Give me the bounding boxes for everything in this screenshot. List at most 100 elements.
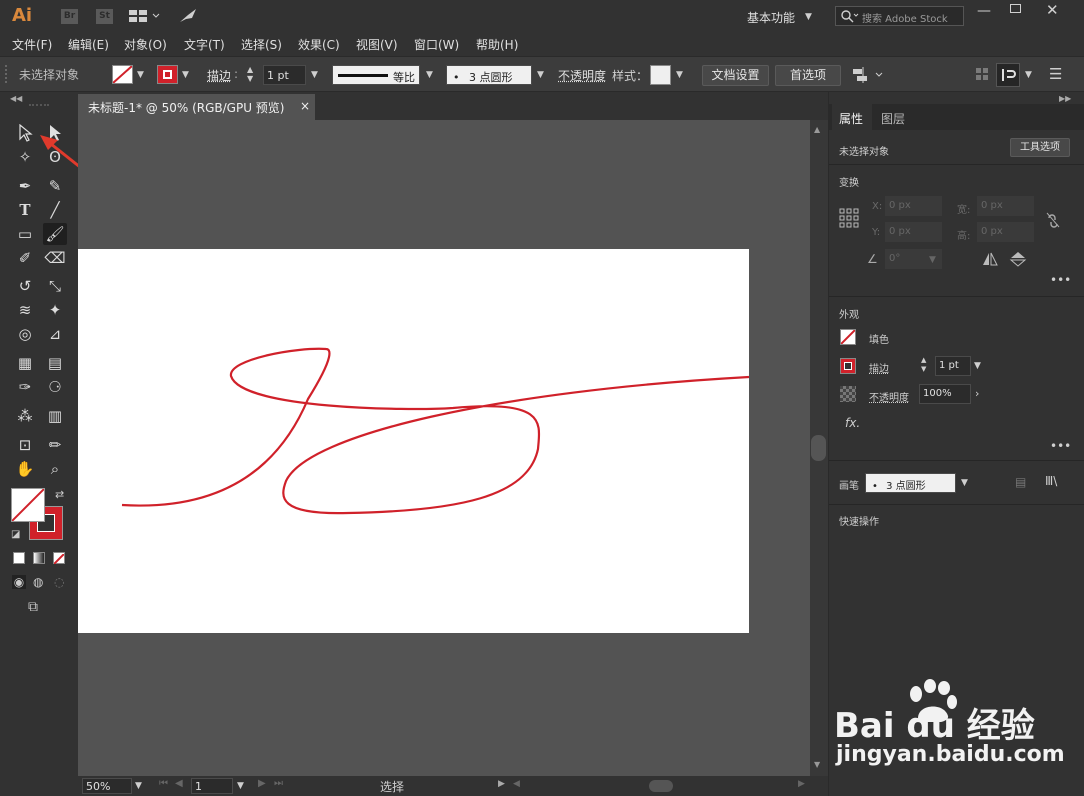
reference-point-icon[interactable] [839,208,859,231]
opacity-arrow-icon[interactable]: › [975,384,987,404]
document-tab[interactable]: 未标题-1* @ 50% (RGB/GPU 预览) × [78,94,315,120]
line-segment-tool-icon[interactable]: ╱ [43,199,67,221]
preferences-button[interactable]: 首选项 [775,65,841,86]
chevron-down-icon[interactable]: ▼ [237,781,244,791]
tab-layers[interactable]: 图层 [881,110,905,127]
shape-builder-tool-icon[interactable]: ◎ [13,323,37,345]
slice-tool-icon[interactable]: ✏ [43,434,67,456]
close-window-button[interactable]: ✕ [1046,1,1059,19]
bridge-button[interactable]: Br [61,9,78,24]
fx-icon[interactable]: fx. [845,416,860,430]
shaper-tool-icon[interactable]: ✐ [13,247,37,269]
minimize-button[interactable]: — [977,3,991,19]
menu-object[interactable]: 对象(O) [124,36,167,53]
column-graph-tool-icon[interactable]: ▥ [43,405,67,427]
brush-libraries-icon[interactable]: Ⅲ\ [1045,474,1057,488]
swap-colors-icon[interactable]: ⇄ [55,488,64,501]
document-setup-button[interactable]: 文档设置 [702,65,769,86]
stock-search-field[interactable]: 搜索 Adobe Stock [835,6,964,26]
close-tab-icon[interactable]: × [300,99,310,113]
arrange-documents-icon[interactable] [128,8,162,27]
graphic-style-swatch[interactable] [650,65,671,85]
status-menu-icon[interactable]: ▶ [498,779,505,789]
symbol-sprayer-tool-icon[interactable]: ⁂ [13,405,37,427]
zoom-tool-icon[interactable]: ⌕ [43,458,67,480]
paintbrush-tool-icon[interactable]: 🖌 [43,223,67,245]
chevron-down-icon[interactable]: ▼ [805,12,812,22]
chevron-down-icon[interactable]: ▼ [1025,70,1032,80]
artboard[interactable] [78,249,749,633]
next-artboard-icon[interactable]: ▶ [258,778,266,789]
width-field[interactable]: 0 px [977,196,1034,216]
menu-effect[interactable]: 效果(C) [298,36,340,53]
gpu-performance-icon[interactable] [178,7,198,28]
menu-type[interactable]: 文字(T) [184,36,225,53]
chevron-down-icon[interactable]: ▼ [137,70,144,80]
fill-swatch[interactable] [112,65,133,84]
grid-view-icon[interactable] [975,67,989,84]
menu-select[interactable]: 选择(S) [241,36,282,53]
selection-tool-icon[interactable] [13,122,37,144]
eyedropper-tool-icon[interactable]: ✑ [13,376,37,398]
maximize-button[interactable] [1010,4,1021,13]
gradient-mode-icon[interactable] [33,552,45,564]
chevron-down-icon[interactable]: ▼ [974,361,981,371]
artboard-tool-icon[interactable]: ⊡ [13,434,37,456]
stroke-weight-field[interactable]: 1 pt [263,65,306,85]
mesh-tool-icon[interactable]: ▦ [13,352,37,374]
brush-stroke-path[interactable] [78,249,749,633]
collapse-toolbox-icon[interactable]: ◀◀ [10,94,22,103]
first-artboard-icon[interactable]: ⏮ [159,778,168,789]
constrain-proportions-icon[interactable] [1045,211,1061,232]
opacity-label[interactable]: 不透明度 [869,389,909,404]
curvature-tool-icon[interactable]: ✎ [43,175,67,197]
scroll-up-icon[interactable]: ▲ [814,125,820,134]
brush-options-icon[interactable]: ▤ [1015,475,1026,489]
height-field[interactable]: 0 px [977,222,1034,242]
canvas-area[interactable] [78,120,810,776]
variable-width-profile[interactable]: 等比 [332,65,420,85]
chevron-down-icon[interactable]: ▼ [182,70,189,80]
stock-button[interactable]: St [96,9,113,24]
artboard-number-field[interactable]: 1 [191,778,233,794]
stroke-weight-field[interactable]: 1 pt [935,356,971,376]
stroke-stepper[interactable]: ▲ ▼ [921,356,933,376]
scroll-left-icon[interactable]: ◀ [513,779,520,789]
opacity-field[interactable]: 100% [919,384,971,404]
more-options-icon[interactable]: ••• [1050,273,1071,287]
scale-tool-icon[interactable]: ⤡ [43,275,67,297]
y-field[interactable]: 0 px [885,222,942,242]
tab-properties[interactable]: 属性 [832,104,872,130]
last-artboard-icon[interactable]: ⏭ [274,778,283,789]
screen-mode-icon[interactable]: ⧉ [28,599,38,615]
puppet-warp-tool-icon[interactable]: ✦ [43,299,67,321]
blend-tool-icon[interactable]: ⚆ [43,376,67,398]
workspace-switcher[interactable]: 基本功能 [747,9,795,26]
zoom-field[interactable]: 50% [82,778,132,794]
menu-edit[interactable]: 编辑(E) [68,36,109,53]
more-options-icon[interactable]: ••• [1050,439,1071,453]
fill-swatch[interactable] [840,329,856,345]
scroll-right-icon[interactable]: ▶ [798,779,805,789]
scroll-thumb[interactable] [811,435,826,461]
stroke-stepper[interactable]: ▲ ▼ [247,65,259,85]
panel-menu-icon[interactable]: ☰ [1049,65,1062,83]
menu-file[interactable]: 文件(F) [12,36,52,53]
previous-artboard-icon[interactable]: ◀ [175,778,183,789]
draw-normal-icon[interactable]: ◉ [12,575,26,589]
draw-inside-icon[interactable]: ◌ [54,575,64,589]
stroke-label[interactable]: 描边 [207,67,231,84]
rotate-tool-icon[interactable]: ↺ [13,275,37,297]
vertical-scrollbar[interactable]: ▲ ▼ [810,120,828,776]
chevron-down-icon[interactable]: ▼ [676,70,683,80]
flip-vertical-icon[interactable] [1009,251,1027,270]
menu-view[interactable]: 视图(V) [356,36,398,53]
magic-wand-tool-icon[interactable]: ✧ [13,146,37,168]
width-tool-icon[interactable]: ≋ [13,299,37,321]
color-mode-icon[interactable] [13,552,25,564]
perspective-grid-tool-icon[interactable]: ⊿ [43,323,67,345]
stroke-label[interactable]: 描边 [869,360,889,375]
chevron-down-icon[interactable]: ▼ [929,255,936,265]
collapse-panel-icon[interactable]: ▶▶ [1059,94,1071,103]
fill-color-box[interactable] [11,488,45,522]
